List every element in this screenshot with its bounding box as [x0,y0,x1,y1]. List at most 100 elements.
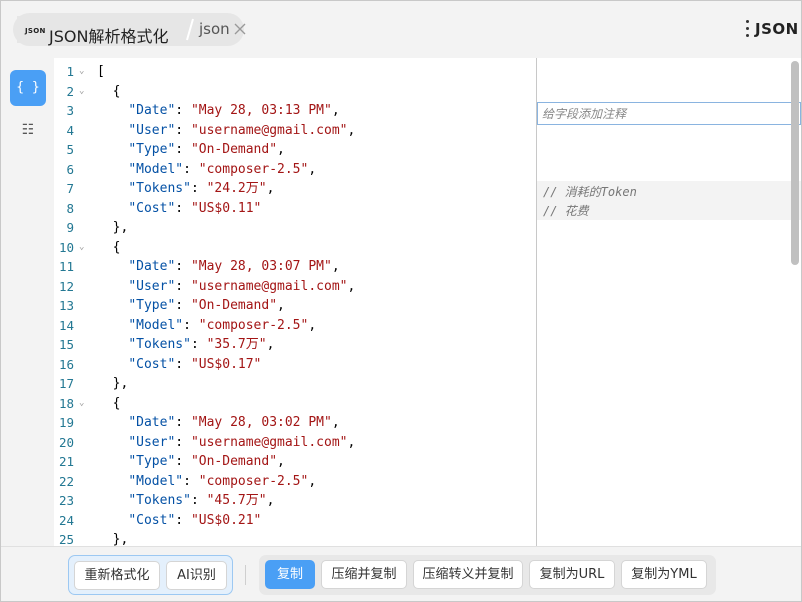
top-bar: JSON JSON解析格式化 json JSON [1,1,801,57]
code-text: }, [97,220,129,235]
reformat-button[interactable]: 重新格式化 [74,561,160,590]
code-text: "Cost": "US$0.11" [128,200,262,216]
json-string-value: "US$0.17" [190,356,262,372]
copy-as-url-button[interactable]: 复制为URL [529,560,615,589]
code-text: "Model": "composer-2.5", [128,473,317,489]
line-number: 2 [66,83,74,99]
line-number: 8 [66,200,74,216]
code-text: { [97,239,121,255]
tab-json[interactable]: json [199,20,230,38]
code-line: 21 "Type": "On-Demand", [54,452,536,472]
json-key: "Tokens" [128,493,191,508]
json-key: "Tokens" [128,181,191,196]
code-text: "User": "username@gmail.com", [128,278,356,294]
comment-block: // 消耗的Token // 花费 [537,181,801,220]
comment-input[interactable] [537,102,801,125]
code-line: 8 "Cost": "US$0.11" [54,199,536,219]
json-string-value: "username@gmail.com" [190,434,348,450]
code-line: 18 ⌄ { [54,394,536,414]
compress-escape-copy-button[interactable]: 压缩转义并复制 [413,560,523,589]
more-options-icon[interactable] [746,20,750,40]
json-string-value: "composer-2.5" [198,473,309,489]
code-text: }, [97,376,129,391]
code-text: "Date": "May 28, 03:13 PM", [128,103,340,118]
fold-chevron-icon[interactable]: ⌄ [79,238,84,258]
json-editor[interactable]: 1 ⌄[2 ⌄ {3 "Date": "May 28, 03:13 PM", 4 "U… [54,58,536,546]
json-key: "Date" [128,103,176,118]
list-icon[interactable]: ☷ [10,113,46,145]
line-number: 7 [66,181,74,196]
code-line: 24 "Cost": "US$0.21" [54,511,536,531]
line-number: 17 [58,376,74,391]
code-line: 20 "User": "username@gmail.com", [54,433,536,453]
code-line: 4 "User": "username@gmail.com", [54,121,536,141]
code-line: 11 "Date": "May 28, 03:07 PM", [54,257,536,277]
json-string-value: "On-Demand" [190,142,278,157]
brand-logo: JSON [755,20,799,38]
fold-chevron-icon[interactable]: ⌄ [79,394,84,414]
scrollbar-thumb[interactable] [791,61,799,265]
code-text: "Date": "May 28, 03:02 PM", [128,415,340,430]
braces-icon[interactable]: { } [10,70,46,106]
json-string-value: "On-Demand" [190,454,278,469]
line-number: 1 [66,64,74,79]
line-number: 18 [58,395,74,411]
json-string-value: "45.7万" [206,493,267,508]
line-number: 10 [58,239,74,255]
code-text: "Cost": "US$0.21" [128,512,262,528]
json-key: "User" [128,278,176,294]
json-string-value: "24.2万" [206,181,267,196]
code-line: 3 "Date": "May 28, 03:13 PM", [54,101,536,121]
code-line: 17 }, [54,374,536,394]
code-line: 25 }, [54,530,536,546]
code-text: "User": "username@gmail.com", [128,122,356,138]
json-string-value: "US$0.11" [190,200,262,216]
line-number: 21 [58,454,74,469]
ai-recognize-button[interactable]: AI识别 [166,561,227,590]
json-key: "Type" [128,298,176,313]
json-key: "Date" [128,415,176,430]
code-line: 1 ⌄ [ [54,62,536,82]
line-number: 19 [58,415,74,430]
json-string-value: "35.7万" [206,337,267,352]
line-number: 23 [58,493,74,508]
copy-button[interactable]: 复制 [265,560,315,589]
left-sidebar: { } ☷ [1,57,53,547]
code-line: 23 "Tokens": "45.7万", [54,491,536,511]
code-line: 5 "Type": "On-Demand", [54,140,536,160]
code-text: "Tokens": "24.2万", [128,181,275,196]
line-number: 20 [58,434,74,450]
copy-button-group: 复制 压缩并复制 压缩转义并复制 复制为URL 复制为YML [259,555,716,595]
fold-chevron-icon[interactable]: ⌄ [79,62,84,82]
line-number: 3 [66,103,74,118]
comment-cost: // 花费 [543,204,589,218]
bottom-toolbar: 重新格式化 AI识别 复制 压缩并复制 压缩转义并复制 复制为URL 复制为YM… [1,546,801,601]
fold-chevron-icon[interactable]: ⌄ [79,82,84,102]
tab-separator [186,18,194,41]
line-number: 4 [66,122,74,138]
code-line: 22 "Model": "composer-2.5", [54,472,536,492]
code-text: "Type": "On-Demand", [128,298,285,313]
tab-json-parser[interactable]: JSON JSON解析格式化 [17,16,189,46]
code-text: "Date": "May 28, 03:07 PM", [128,259,340,274]
json-string-value: "composer-2.5" [198,317,309,333]
copy-as-yml-button[interactable]: 复制为YML [621,560,707,589]
comment-tokens: // 消耗的Token [543,185,637,199]
close-icon[interactable] [233,22,247,36]
tab-group: JSON JSON解析格式化 json [13,13,247,46]
code-line: 16 "Cost": "US$0.17" [54,355,536,375]
json-key: "Type" [128,142,176,157]
json-key: "User" [128,434,176,450]
compress-copy-button[interactable]: 压缩并复制 [321,560,407,589]
code-line: 12 "User": "username@gmail.com", [54,277,536,297]
code-text: }, [97,532,129,546]
json-key: "Cost" [128,200,176,216]
code-line: 6 "Model": "composer-2.5", [54,160,536,180]
code-line: 2 ⌄ { [54,82,536,102]
format-button-group: 重新格式化 AI识别 [68,555,233,595]
code-text: [ [97,64,105,79]
json-string-value: "username@gmail.com" [190,122,348,138]
code-line: 13 "Type": "On-Demand", [54,296,536,316]
json-string-value: "US$0.21" [190,512,262,528]
code-line: 19 "Date": "May 28, 03:02 PM", [54,413,536,433]
